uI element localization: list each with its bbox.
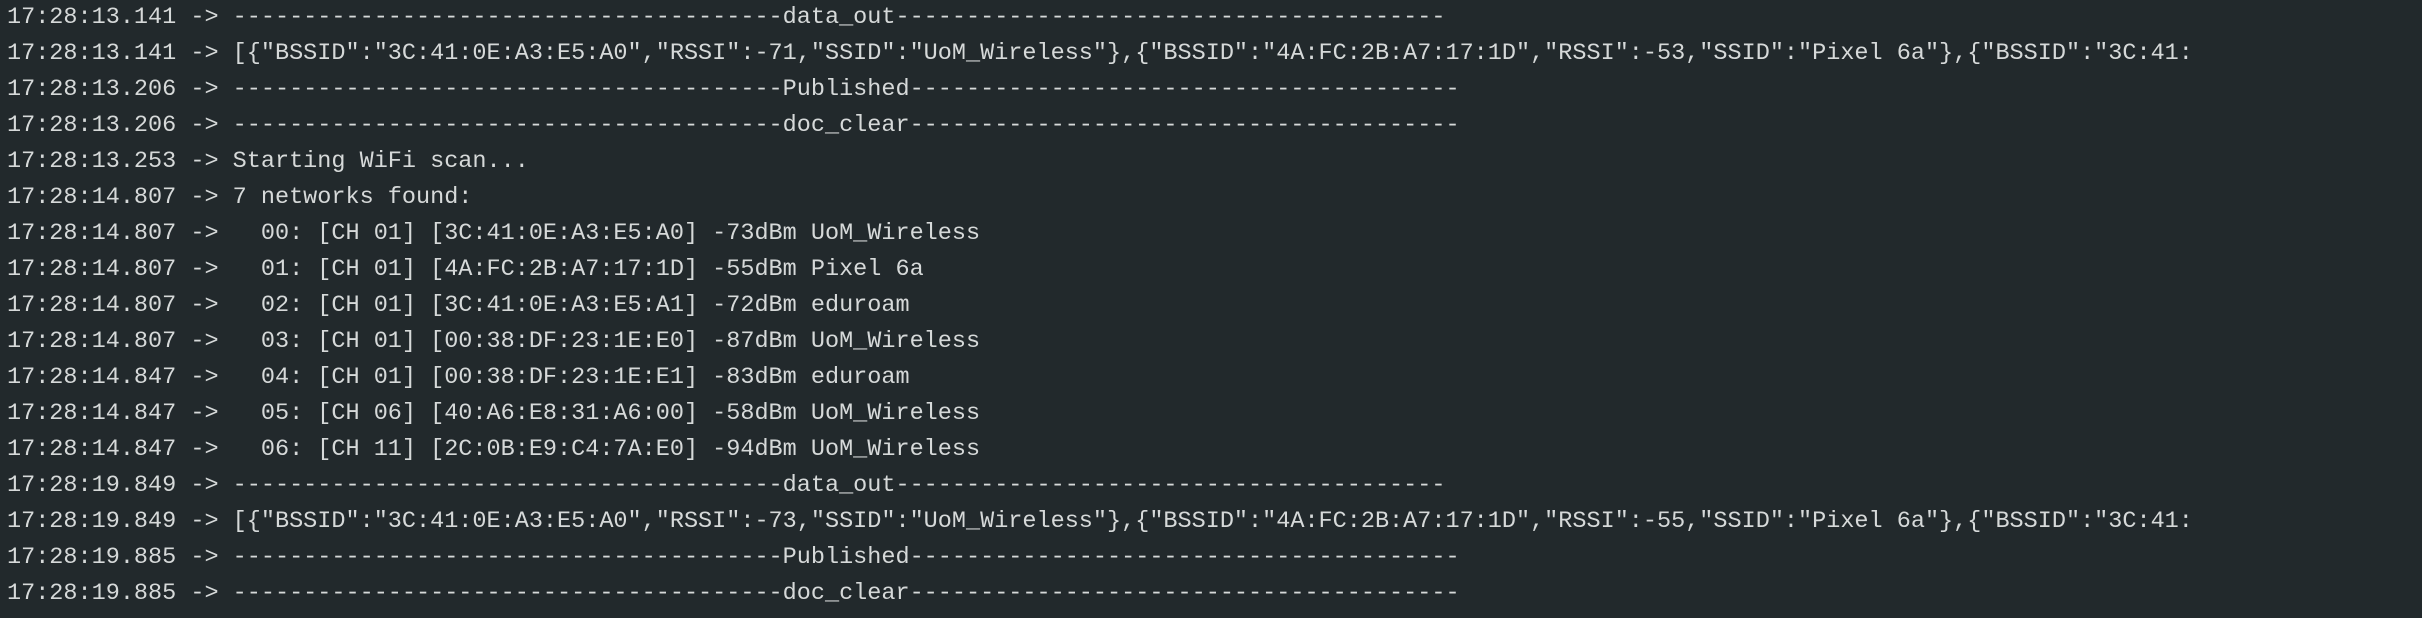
log-message: ---------------------------------------d… [232, 112, 1460, 139]
log-timestamp: 17:28:14.807 [7, 256, 177, 283]
log-message: 02: [CH 01] [3C:41:0E:A3:E5:A1] -72dBm e… [232, 292, 910, 319]
log-arrow: -> [190, 148, 219, 175]
log-message: [{"BSSID":"3C:41:0E:A3:E5:A0","RSSI":-73… [232, 508, 2193, 535]
log-timestamp: 17:28:14.807 [7, 292, 177, 319]
log-arrow: -> [190, 256, 219, 283]
log-line: 17:28:14.847 -> 06: [CH 11] [2C:0B:E9:C4… [0, 432, 2422, 468]
log-timestamp: 17:28:14.847 [7, 400, 177, 427]
log-arrow: -> [190, 508, 219, 535]
log-message: 7 networks found: [232, 184, 473, 211]
serial-monitor-output[interactable]: 17:28:13.141 -> ------------------------… [0, 0, 2422, 618]
log-arrow: -> [190, 580, 219, 607]
log-arrow: -> [190, 436, 219, 463]
log-line: 17:28:14.807 -> 03: [CH 01] [00:38:DF:23… [0, 324, 2422, 360]
log-timestamp: 17:28:13.206 [7, 112, 177, 139]
log-arrow: -> [190, 220, 219, 247]
log-line: 17:28:13.206 -> ------------------------… [0, 108, 2422, 144]
log-timestamp: 17:28:13.253 [7, 148, 177, 175]
log-message: ---------------------------------------d… [232, 580, 1460, 607]
log-line: 17:28:19.885 -> ------------------------… [0, 576, 2422, 612]
log-timestamp: 17:28:19.849 [7, 508, 177, 535]
log-line: 17:28:14.807 -> 02: [CH 01] [3C:41:0E:A3… [0, 288, 2422, 324]
log-message: 04: [CH 01] [00:38:DF:23:1E:E1] -83dBm e… [232, 364, 910, 391]
log-message: 05: [CH 06] [40:A6:E8:31:A6:00] -58dBm U… [232, 400, 981, 427]
log-arrow: -> [190, 328, 219, 355]
log-line: 17:28:14.807 -> 7 networks found: [0, 180, 2422, 216]
log-timestamp: 17:28:13.141 [7, 4, 177, 31]
log-arrow: -> [190, 364, 219, 391]
log-line: 17:28:14.847 -> 05: [CH 06] [40:A6:E8:31… [0, 396, 2422, 432]
log-timestamp: 17:28:19.885 [7, 580, 177, 607]
log-timestamp: 17:28:14.807 [7, 184, 177, 211]
log-timestamp: 17:28:14.807 [7, 328, 177, 355]
log-arrow: -> [190, 4, 219, 31]
log-message: 03: [CH 01] [00:38:DF:23:1E:E0] -87dBm U… [232, 328, 981, 355]
log-timestamp: 17:28:19.885 [7, 544, 177, 571]
log-message: ---------------------------------------P… [232, 76, 1460, 103]
log-line: 17:28:14.807 -> 01: [CH 01] [4A:FC:2B:A7… [0, 252, 2422, 288]
log-arrow: -> [190, 40, 219, 67]
log-arrow: -> [190, 472, 219, 499]
log-message: ---------------------------------------d… [232, 4, 1446, 31]
log-arrow: -> [190, 292, 219, 319]
log-timestamp: 17:28:19.849 [7, 472, 177, 499]
log-line: 17:28:14.847 -> 04: [CH 01] [00:38:DF:23… [0, 360, 2422, 396]
log-line: 17:28:19.849 -> [{"BSSID":"3C:41:0E:A3:E… [0, 504, 2422, 540]
log-arrow: -> [190, 184, 219, 211]
log-timestamp: 17:28:14.847 [7, 436, 177, 463]
log-arrow: -> [190, 400, 219, 427]
log-timestamp: 17:28:13.141 [7, 40, 177, 67]
log-arrow: -> [190, 76, 219, 103]
log-timestamp: 17:28:14.847 [7, 364, 177, 391]
log-message: ---------------------------------------P… [232, 544, 1460, 571]
log-arrow: -> [190, 112, 219, 139]
log-message: Starting WiFi scan... [232, 148, 529, 175]
log-line: 17:28:13.253 -> Starting WiFi scan... [0, 144, 2422, 180]
log-message: [{"BSSID":"3C:41:0E:A3:E5:A0","RSSI":-71… [232, 40, 2193, 67]
log-arrow: -> [190, 544, 219, 571]
log-message: 06: [CH 11] [2C:0B:E9:C4:7A:E0] -94dBm U… [232, 436, 981, 463]
log-message: ---------------------------------------d… [232, 472, 1446, 499]
log-line: 17:28:13.141 -> ------------------------… [0, 0, 2422, 36]
log-line: 17:28:13.206 -> ------------------------… [0, 72, 2422, 108]
log-line: 17:28:19.849 -> ------------------------… [0, 468, 2422, 504]
log-message: 01: [CH 01] [4A:FC:2B:A7:17:1D] -55dBm P… [232, 256, 924, 283]
log-line: 17:28:19.885 -> ------------------------… [0, 540, 2422, 576]
log-timestamp: 17:28:13.206 [7, 76, 177, 103]
log-line: 17:28:14.807 -> 00: [CH 01] [3C:41:0E:A3… [0, 216, 2422, 252]
log-line: 17:28:13.141 -> [{"BSSID":"3C:41:0E:A3:E… [0, 36, 2422, 72]
log-timestamp: 17:28:14.807 [7, 220, 177, 247]
log-message: 00: [CH 01] [3C:41:0E:A3:E5:A0] -73dBm U… [232, 220, 981, 247]
